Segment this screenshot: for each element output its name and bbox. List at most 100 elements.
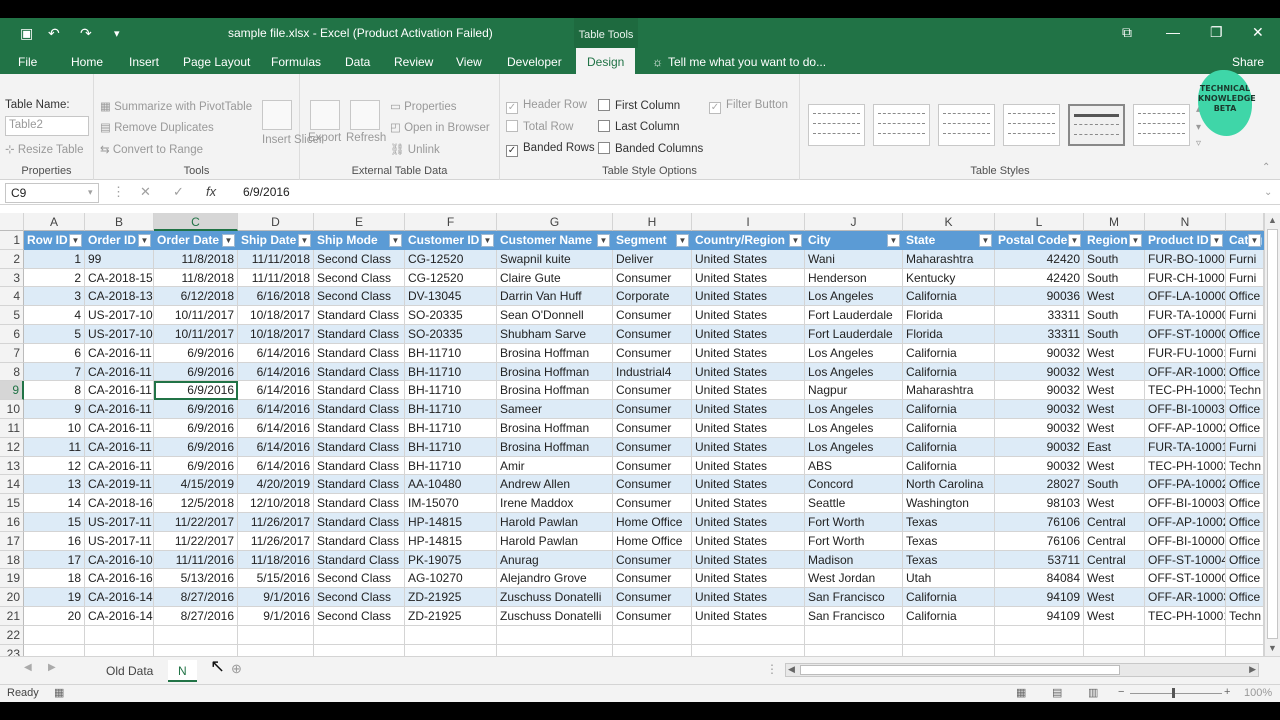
column-header[interactable]: L bbox=[995, 213, 1084, 231]
table-cell[interactable]: 5 bbox=[24, 325, 85, 344]
tell-me-search[interactable]: Tell me what you want to do... bbox=[668, 48, 826, 74]
empty-cell[interactable] bbox=[405, 644, 497, 656]
horizontal-scroll-thumb[interactable] bbox=[800, 665, 1120, 675]
table-cell[interactable]: 9/1/2016 bbox=[238, 588, 314, 607]
table-cell[interactable]: United States bbox=[692, 306, 805, 325]
table-cell[interactable]: California bbox=[903, 362, 995, 382]
table-cell[interactable]: OFF-AR-10002 bbox=[1145, 362, 1226, 382]
column-header[interactable]: D bbox=[238, 213, 314, 231]
row-header[interactable]: 8 bbox=[0, 362, 24, 382]
table-style-swatch[interactable] bbox=[1003, 104, 1060, 146]
table-cell[interactable]: CG-12520 bbox=[405, 249, 497, 269]
table-cell[interactable]: Standard Class bbox=[314, 437, 405, 457]
table-cell[interactable]: Standard Class bbox=[314, 494, 405, 513]
scroll-left-icon[interactable]: ◀ bbox=[788, 664, 795, 675]
table-style-swatch[interactable] bbox=[873, 104, 930, 146]
table-cell[interactable]: Brosina Hoffman bbox=[497, 381, 613, 401]
table-cell[interactable]: 84084 bbox=[995, 569, 1084, 589]
empty-cell[interactable] bbox=[995, 625, 1084, 645]
table-style-swatch-selected[interactable] bbox=[1068, 104, 1125, 146]
table-cell[interactable]: Concord bbox=[805, 475, 903, 495]
total-row-option[interactable]: Total Row bbox=[506, 120, 574, 133]
table-cell[interactable]: Washington bbox=[903, 494, 995, 513]
row-header[interactable]: 19 bbox=[0, 569, 24, 589]
normal-view-icon[interactable]: ▦ bbox=[1016, 686, 1026, 699]
last-column-option[interactable]: Last Column bbox=[598, 120, 680, 133]
table-cell[interactable]: Home Office bbox=[613, 513, 692, 532]
table-cell[interactable]: 8/27/2016 bbox=[154, 588, 238, 607]
table-cell[interactable]: 33311 bbox=[995, 325, 1084, 344]
table-cell[interactable]: BH-11710 bbox=[405, 456, 497, 476]
empty-cell[interactable] bbox=[238, 644, 314, 656]
gallery-scroll-down-icon[interactable]: ▾ bbox=[1196, 122, 1201, 133]
table-cell[interactable]: 11/22/2017 bbox=[154, 531, 238, 551]
tab-insert[interactable]: Insert bbox=[129, 48, 159, 74]
table-cell[interactable]: Consumer bbox=[613, 569, 692, 589]
table-cell[interactable]: Office bbox=[1226, 325, 1264, 344]
empty-cell[interactable] bbox=[497, 625, 613, 645]
table-cell[interactable]: Second Class bbox=[314, 569, 405, 589]
table-cell[interactable]: 1 bbox=[24, 249, 85, 269]
table-cell[interactable]: OFF-LA-10000 bbox=[1145, 287, 1226, 307]
table-cell[interactable]: West bbox=[1084, 400, 1145, 419]
table-cell[interactable]: Fort Worth bbox=[805, 513, 903, 532]
table-cell[interactable]: Brosina Hoffman bbox=[497, 419, 613, 438]
table-cell[interactable]: 2 bbox=[24, 268, 85, 288]
tab-file[interactable]: File bbox=[18, 48, 37, 74]
resize-table-button[interactable]: ⊹ Resize Table bbox=[5, 142, 83, 156]
banded-columns-checkbox[interactable] bbox=[598, 142, 610, 154]
table-cell[interactable]: 15 bbox=[24, 513, 85, 532]
table-cell[interactable]: West bbox=[1084, 494, 1145, 513]
table-cell[interactable]: United States bbox=[692, 362, 805, 382]
ribbon-display-icon[interactable]: ⧉ bbox=[1122, 24, 1132, 41]
table-cell[interactable]: Alejandro Grove bbox=[497, 569, 613, 589]
table-cell[interactable]: North Carolina bbox=[903, 475, 995, 495]
table-cell[interactable]: Consumer bbox=[613, 306, 692, 325]
table-cell[interactable]: CA-2016-11 bbox=[85, 381, 154, 401]
table-cell[interactable]: Techn bbox=[1226, 607, 1264, 626]
first-column-checkbox[interactable] bbox=[598, 99, 610, 111]
table-cell[interactable]: OFF-BI-10003 bbox=[1145, 494, 1226, 513]
table-cell[interactable]: California bbox=[903, 456, 995, 476]
table-cell[interactable]: United States bbox=[692, 531, 805, 551]
table-cell[interactable]: Fort Lauderdale bbox=[805, 325, 903, 344]
minimize-icon[interactable]: — bbox=[1166, 24, 1180, 40]
table-cell[interactable]: CA-2016-11 bbox=[85, 437, 154, 457]
table-cell[interactable]: Office bbox=[1226, 494, 1264, 513]
horizontal-scrollbar[interactable]: ◀ ▶ bbox=[785, 663, 1259, 677]
table-cell[interactable]: California bbox=[903, 287, 995, 307]
table-cell[interactable]: AG-10270 bbox=[405, 569, 497, 589]
table-cell[interactable]: 42420 bbox=[995, 268, 1084, 288]
table-cell[interactable]: United States bbox=[692, 513, 805, 532]
table-cell[interactable]: OFF-AP-10002 bbox=[1145, 419, 1226, 438]
filter-dropdown-icon[interactable]: ▼ bbox=[138, 234, 151, 247]
sheet-tab-old-data[interactable]: Old Data bbox=[96, 660, 163, 682]
table-cell[interactable]: United States bbox=[692, 287, 805, 307]
table-cell[interactable]: 6/14/2016 bbox=[238, 400, 314, 419]
table-cell[interactable]: CA-2018-13 bbox=[85, 287, 154, 307]
table-cell[interactable]: 7 bbox=[24, 362, 85, 382]
filter-dropdown-icon[interactable]: ▼ bbox=[1248, 234, 1261, 247]
table-cell[interactable]: Standard Class bbox=[314, 400, 405, 419]
table-cell[interactable]: United States bbox=[692, 343, 805, 363]
table-cell[interactable]: 6/9/2016 bbox=[154, 456, 238, 476]
column-header[interactable]: H bbox=[613, 213, 692, 231]
table-cell[interactable]: BH-11710 bbox=[405, 419, 497, 438]
row-header[interactable]: 21 bbox=[0, 607, 24, 626]
table-cell[interactable]: CA-2016-14 bbox=[85, 588, 154, 607]
table-cell[interactable]: Consumer bbox=[613, 437, 692, 457]
table-cell[interactable]: OFF-PA-10002 bbox=[1145, 475, 1226, 495]
table-cell[interactable]: 13 bbox=[24, 475, 85, 495]
empty-cell[interactable] bbox=[903, 625, 995, 645]
table-cell[interactable]: 5/15/2016 bbox=[238, 569, 314, 589]
table-cell[interactable]: 16 bbox=[24, 531, 85, 551]
table-cell[interactable]: United States bbox=[692, 494, 805, 513]
table-cell[interactable]: 42420 bbox=[995, 249, 1084, 269]
table-cell[interactable]: Henderson bbox=[805, 268, 903, 288]
table-cell[interactable]: 5/13/2016 bbox=[154, 569, 238, 589]
empty-cell[interactable] bbox=[1084, 625, 1145, 645]
table-cell[interactable]: Darrin Van Huff bbox=[497, 287, 613, 307]
table-cell[interactable]: Irene Maddox bbox=[497, 494, 613, 513]
empty-cell[interactable] bbox=[1226, 644, 1264, 656]
scroll-up-icon[interactable]: ▲ bbox=[1268, 215, 1277, 225]
